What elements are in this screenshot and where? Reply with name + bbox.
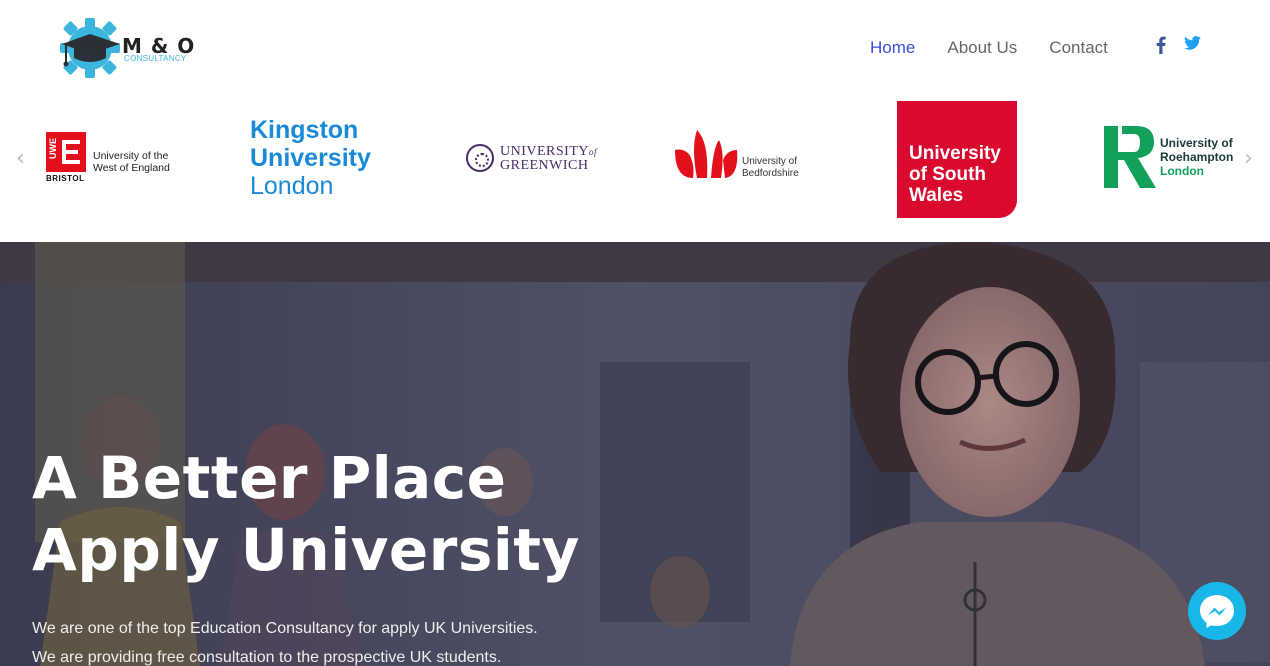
uwe-name: University of the West of England [93,150,183,174]
site-header: M & O CONSULTANCY Home About Us Contact [0,0,1270,98]
roehampton-line3: London [1160,164,1204,178]
hero-title-line2: Apply University [32,516,580,584]
hero-title-line1: A Better Place [32,444,507,512]
roehampton-name: University of Roehampton London [1160,136,1233,178]
bedfordshire-name: University of Bedfordshire [742,156,799,180]
uwe-city: BRISTOL [46,174,85,183]
bedfordshire-line1: University of [742,156,798,167]
uwe-name-line1: University of the [93,150,169,162]
kingston-university-logo[interactable]: Kingston University London [250,116,400,200]
social-links [1156,36,1219,59]
university-logo-carousel: ‹ UWE BRISTOL University of the West of … [0,98,1270,242]
main-nav: Home About Us Contact [870,38,1140,58]
site-logo[interactable]: M & O CONSULTANCY [58,16,198,82]
uwe-name-line2: West of England [93,162,170,174]
roehampton-r-icon [1104,126,1156,188]
nav-about-us-link[interactable]: About Us [947,38,1017,58]
logo-subtitle: CONSULTANCY [124,54,187,63]
kingston-line3: London [250,172,334,200]
south-wales-university-logo[interactable]: University of South Wales [897,101,1017,218]
nav-home-link[interactable]: Home [870,38,915,58]
greenwich-university-logo[interactable]: UNIVERSITYof GREENWICH [466,142,606,173]
kingston-line2: University [250,144,371,172]
carousel-prev-arrow-icon[interactable]: ‹ [16,146,25,171]
bedfordshire-line2: Bedfordshire [742,168,799,179]
bedfordshire-tulip-icon [675,130,738,178]
nav-contact-link[interactable]: Contact [1049,38,1108,58]
hero-text-line1: We are one of the top Education Consulta… [32,620,538,637]
twitter-icon[interactable] [1184,36,1201,59]
uwe-crest-text: UWE [48,138,58,159]
roehampton-line1: University of [1160,136,1233,150]
usw-line2: of South [909,164,987,185]
carousel-next-arrow-icon[interactable]: › [1244,146,1253,171]
hero-text-line2: We are providing free consultation to th… [32,649,502,666]
messenger-chat-button[interactable] [1188,582,1246,640]
roehampton-university-logo[interactable]: University of Roehampton London [1104,126,1244,188]
gear-graduation-cap-icon [60,18,120,78]
roehampton-line2: Roehampton [1160,150,1234,164]
facebook-icon[interactable] [1156,36,1166,59]
hero-banner: A Better Place Apply University We are o… [0,242,1270,666]
greenwich-line2: GREENWICH [500,158,589,173]
kingston-line1: Kingston [250,116,359,144]
hero-description: We are one of the top Education Consulta… [32,614,538,666]
uwe-crest: UWE [46,132,86,172]
usw-line1: University [909,143,1001,164]
usw-line3: Wales [909,185,964,206]
hero-title: A Better Place Apply University [32,442,580,586]
bedfordshire-university-logo[interactable]: University of Bedfordshire [675,128,815,182]
uwe-bristol-logo[interactable]: UWE BRISTOL University of the West of En… [46,132,186,184]
greenwich-seal-icon [466,144,494,172]
messenger-icon [1200,595,1234,628]
